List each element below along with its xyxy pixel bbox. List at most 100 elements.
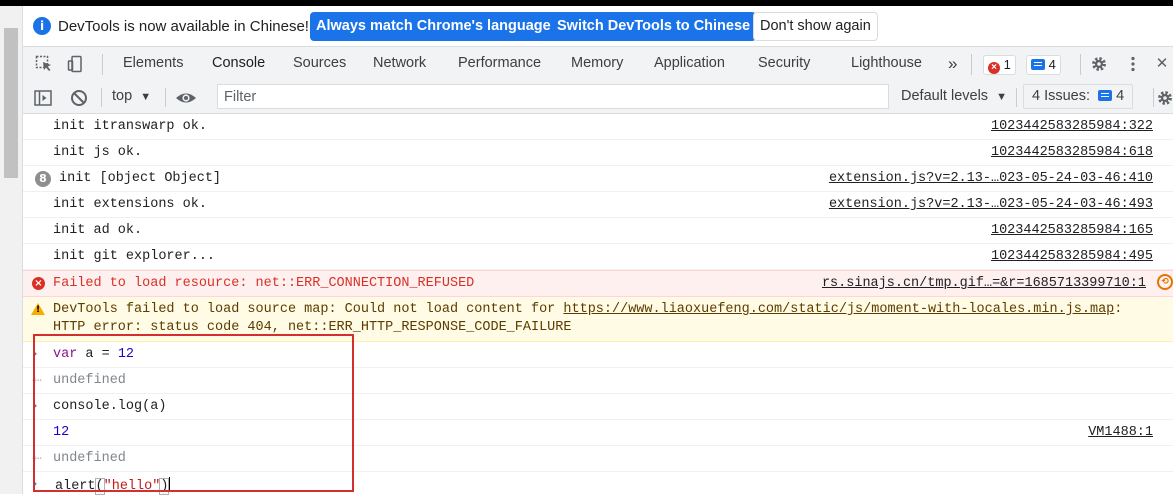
more-tabs-button[interactable]: » [948, 47, 957, 82]
log-text: init git explorer... [53, 249, 216, 264]
number-token: 12 [117, 347, 135, 362]
repl-result-row: ⇠ undefined [23, 446, 1173, 472]
input-caret-icon: › [32, 346, 38, 362]
error-count: 1 [1003, 57, 1011, 72]
log-text: init extensions ok. [53, 197, 207, 212]
message-count: 4 [1048, 57, 1056, 72]
log-message: init extensions ok. extension.js?v=2.13-… [23, 192, 1173, 218]
tab-separator [102, 54, 103, 75]
filter-field[interactable] [217, 84, 889, 109]
context-selector[interactable]: top ▼ [112, 88, 151, 104]
tab-memory[interactable]: Memory [571, 47, 623, 82]
customize-menu-icon[interactable] [1124, 55, 1142, 73]
log-source-link[interactable]: 1023442583285984:495 [991, 249, 1153, 264]
console-settings-gear-icon[interactable] [1156, 88, 1173, 108]
issues-button[interactable]: 4 Issues: 4 [1023, 84, 1134, 109]
tab-sources[interactable]: Sources [293, 47, 346, 82]
tab-separator [1080, 54, 1081, 75]
source-map-url-link[interactable]: https://www.liaoxuefeng.com/static/js/mo… [563, 302, 1114, 317]
warning-prefix: DevTools failed to load source map: Coul… [53, 302, 564, 317]
tab-lighthouse[interactable]: Lighthouse [851, 47, 922, 82]
keyword-token: var [53, 347, 78, 362]
repl-result-row: ⇠ undefined [23, 368, 1173, 394]
console-messages: init itranswarp ok. 1023442583285984:322… [23, 114, 1173, 497]
issues-count: 4 [1116, 88, 1125, 104]
page-scrollbar[interactable] [0, 6, 23, 494]
switch-to-chinese-button[interactable]: Switch DevTools to Chinese [551, 12, 757, 41]
repl-result-text: undefined [53, 373, 126, 388]
tab-network[interactable]: Network [373, 47, 426, 82]
repl-input-text[interactable]: console.log(a) [53, 399, 166, 414]
log-source-link[interactable]: extension.js?v=2.13-…023-05-24-03-46:493 [829, 197, 1153, 212]
string-token: "hello" [103, 479, 161, 494]
warning-suffix: : [1114, 302, 1123, 317]
return-arrow-icon: ⇠ [32, 451, 43, 465]
always-match-language-button[interactable]: Always match Chrome's language [310, 12, 557, 41]
filter-input[interactable] [218, 85, 888, 108]
toolbar-separator [1153, 88, 1154, 107]
clear-console-icon[interactable] [69, 88, 89, 108]
error-icon: × [988, 62, 1000, 74]
context-value: top [112, 88, 133, 104]
log-source-link[interactable]: VM1488:1 [1088, 425, 1153, 440]
sidebar-toggle-icon[interactable] [33, 88, 53, 108]
repl-input-row: › console.log(a) [23, 394, 1173, 420]
error-source-link[interactable]: rs.sinajs.cn/tmp.gif…=&r=1685713399710:1 [822, 276, 1146, 291]
inspect-element-icon[interactable] [35, 55, 53, 73]
log-levels-label: Default levels [901, 88, 989, 104]
prompt-caret-icon: › [32, 476, 38, 492]
input-caret-icon: › [32, 398, 38, 414]
toolbar-separator [165, 88, 166, 107]
log-source-link[interactable]: 1023442583285984:165 [991, 223, 1153, 238]
log-message: init itranswarp ok. 1023442583285984:322 [23, 114, 1173, 140]
return-arrow-icon: ⇠ [32, 373, 43, 387]
tab-elements[interactable]: Elements [123, 47, 183, 82]
warning-icon [31, 303, 45, 315]
scrollbar-thumb[interactable] [4, 28, 18, 178]
log-source-link[interactable]: 1023442583285984:322 [991, 119, 1153, 134]
dont-show-again-button[interactable]: Don't show again [753, 12, 878, 41]
settings-gear-icon[interactable] [1090, 55, 1108, 73]
tab-application[interactable]: Application [654, 47, 725, 82]
log-text: init ad ok. [53, 223, 143, 238]
tab-separator [971, 54, 972, 75]
error-count-badge[interactable]: × 1 [983, 55, 1016, 75]
language-infobar: i DevTools is now available in Chinese! … [23, 6, 1173, 47]
console-toolbar: top ▼ Default levels ▼ 4 Issues: 4 [23, 82, 1173, 114]
error-icon: × [32, 277, 45, 290]
log-message: init js ok. 1023442583285984:618 [23, 140, 1173, 166]
tab-security[interactable]: Security [758, 47, 810, 82]
error-text: Failed to load resource: net::ERR_CONNEC… [53, 276, 475, 291]
prompt-input[interactable]: alert("hello") [55, 477, 171, 495]
code-token: alert [55, 479, 96, 494]
issues-label: 4 Issues: [1032, 88, 1091, 104]
device-toolbar-icon[interactable] [67, 55, 85, 73]
log-message: 8 init [object Object] extension.js?v=2.… [23, 166, 1173, 192]
close-devtools-icon[interactable]: ✕ [1153, 55, 1171, 73]
log-message: init git explorer... 1023442583285984:49… [23, 244, 1173, 270]
code-token: a = [77, 347, 118, 362]
warning-message: DevTools failed to load source map: Coul… [23, 297, 1173, 342]
log-message: 12 VM1488:1 [23, 420, 1173, 446]
toolbar-separator [1016, 88, 1017, 107]
network-request-icon[interactable]: ⟲ [1157, 274, 1173, 290]
log-source-link[interactable]: extension.js?v=2.13-…023-05-24-03-46:410 [829, 171, 1153, 186]
infobar-message: DevTools is now available in Chinese! [58, 18, 309, 35]
message-count-badge[interactable]: 4 [1026, 55, 1061, 75]
log-source-link[interactable]: 1023442583285984:618 [991, 145, 1153, 160]
error-message: × Failed to load resource: net::ERR_CONN… [23, 270, 1173, 297]
repl-input-row: › var a = 12 [23, 342, 1173, 368]
log-levels-dropdown[interactable]: Default levels ▼ [901, 88, 1007, 104]
log-value: 12 [53, 425, 70, 440]
issues-message-icon [1098, 90, 1113, 101]
repl-input-text[interactable]: var a = 12 [53, 347, 134, 362]
tab-console[interactable]: Console [201, 47, 277, 84]
log-text: init js ok. [53, 145, 143, 160]
live-expression-eye-icon[interactable] [175, 88, 197, 108]
log-text: init [object Object] [59, 171, 222, 186]
paren-token: ( [94, 478, 105, 495]
console-prompt[interactable]: › alert("hello") [23, 472, 1173, 497]
log-text: init itranswarp ok. [53, 119, 207, 134]
text-cursor [169, 477, 171, 492]
tab-performance[interactable]: Performance [458, 47, 541, 82]
